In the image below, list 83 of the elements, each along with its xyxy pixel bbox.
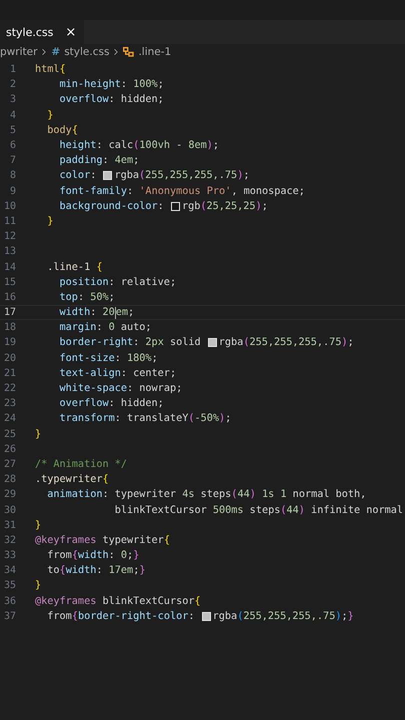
text-cursor (114, 306, 116, 319)
line-number: 24 (2, 413, 16, 424)
line-number: 34 (2, 565, 16, 576)
code-line: to{width: 17em;} (46, 565, 146, 576)
line-number: 10 (2, 200, 16, 212)
line-number: 14 (2, 262, 16, 273)
line-number: 23 (2, 398, 16, 410)
code-line: margin: 0 auto; (58, 322, 152, 334)
line-number: 2 (8, 79, 16, 90)
line-number: 12 (2, 231, 16, 242)
color-swatch[interactable] (202, 612, 211, 621)
code-line: font-size: 180%; (58, 352, 158, 364)
code-line: } (35, 520, 42, 531)
line-number: 26 (2, 444, 16, 455)
code-line: white-space: nowrap; (58, 383, 182, 394)
line-number: 27 (2, 458, 16, 470)
code-line: .typewriter{ (35, 474, 109, 486)
line-number: 28 (2, 474, 16, 486)
code-line: width: 20em; (58, 306, 134, 319)
code-line: color: rgba(255,255,255,.75); (58, 170, 250, 182)
line-number: 15 (2, 276, 16, 288)
line-number: 31 (2, 520, 16, 531)
line-number: 19 (2, 337, 16, 348)
code-line: body{ (46, 124, 78, 136)
code-line: html{ (35, 64, 66, 76)
file-icon: # (51, 46, 60, 58)
file-tab[interactable]: style.css × (0, 20, 84, 44)
line-number: 5 (8, 124, 16, 136)
close-button[interactable]: × (65, 24, 76, 40)
line-number: 16 (2, 292, 16, 303)
code-line: background-color: rgb(25,25,25); (58, 200, 268, 212)
code-line: .line-1 { (46, 262, 102, 273)
line-number: 30 (2, 504, 16, 516)
line-number: 29 (2, 489, 16, 500)
code-line: min-height: 100%; (58, 79, 164, 90)
line-number: 22 (2, 383, 16, 394)
breadcrumb-item[interactable]: style.css (64, 46, 110, 58)
code-line: transform: translateY(-50%); (58, 413, 232, 424)
breadcrumb-item[interactable]: .line-1 (138, 46, 172, 58)
breadcrumb-item[interactable]: pwriter (0, 46, 38, 58)
color-swatch[interactable] (208, 338, 217, 348)
line-number: 18 (2, 322, 16, 334)
symbol-icon (123, 47, 134, 57)
code-line: @keyframes blinkTextCursor{ (35, 596, 201, 607)
code-line: } (46, 110, 54, 121)
code-line: /* Animation */ (35, 458, 128, 470)
line-number: 7 (8, 155, 16, 166)
code-line: border-right: 2px solid rgba(255,255,255,.75); (58, 337, 354, 348)
line-number: 11 (2, 216, 16, 227)
code-line: overflow: hidden; (58, 94, 164, 106)
line-number: 32 (2, 534, 16, 546)
code-line: animation: typewriter 4s steps(44) 1s 1 normal both, (46, 489, 366, 500)
line-number: 8 (8, 170, 16, 182)
line-number: 37 (2, 610, 16, 622)
line-number: 3 (8, 94, 16, 106)
code-line: overflow: hidden; (58, 398, 164, 410)
line-number: 35 (2, 580, 16, 592)
code-line: top: 50%; (58, 292, 115, 303)
line-number: 33 (2, 550, 16, 562)
line-number: 21 (2, 368, 16, 379)
line-number: 25 (2, 428, 16, 440)
code-line: @keyframes typewriter{ (35, 534, 170, 546)
line-number: 20 (2, 352, 16, 364)
line-number: 17 (2, 307, 16, 318)
line-number: 36 (2, 596, 16, 607)
code-line: from{width: 0;} (46, 550, 140, 562)
line-number: 6 (8, 140, 16, 152)
code-line: blinkTextCursor 500ms steps(44) infinite normal (114, 504, 404, 516)
code-line: font-family: 'Anonymous Pro', monospace; (58, 186, 305, 197)
line-number: 1 (8, 64, 16, 76)
line-number: 9 (8, 186, 16, 197)
code-line: padding: 4em; (58, 155, 140, 166)
color-swatch[interactable] (170, 202, 180, 211)
line-number: 13 (2, 246, 16, 258)
code-line: height: calc(100vh - 8em); (58, 140, 220, 152)
code-line: from{border-right-color: rgba(255,255,255,.75);} (46, 610, 354, 622)
code-line: position: relative; (58, 276, 176, 288)
code-line: } (35, 580, 42, 592)
code-line: text-align: center; (58, 368, 176, 379)
code-line: } (35, 428, 42, 440)
code-line: } (46, 216, 54, 227)
line-number: 4 (8, 110, 16, 121)
color-swatch[interactable] (103, 171, 112, 180)
